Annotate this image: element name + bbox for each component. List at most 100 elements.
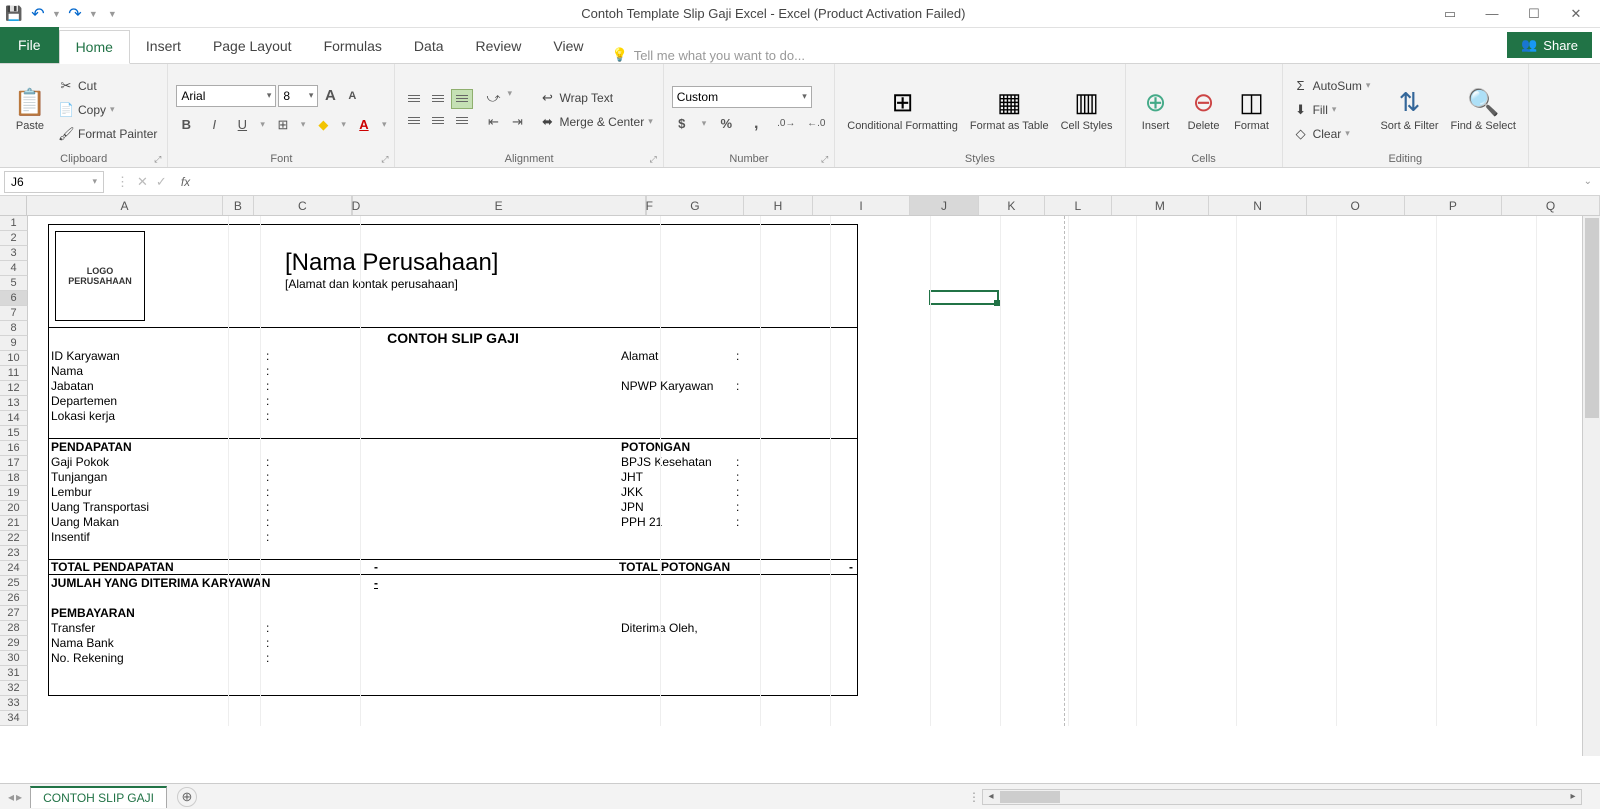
list-item[interactable]: PPH 21: <box>621 514 855 529</box>
format-painter-button[interactable]: 🖌Format Painter <box>56 123 159 145</box>
vertical-scrollbar[interactable] <box>1582 216 1600 756</box>
borders-icon[interactable]: ⊞ <box>273 115 293 135</box>
delete-cells-button[interactable]: ⊖Delete <box>1182 68 1226 151</box>
row-header-18[interactable]: 18 <box>0 471 28 486</box>
list-item[interactable]: Nama Bank: <box>51 635 621 650</box>
fx-icon[interactable]: fx <box>175 175 196 189</box>
tab-view[interactable]: View <box>537 29 599 63</box>
row-header-29[interactable]: 29 <box>0 636 28 651</box>
row-header-33[interactable]: 33 <box>0 696 28 711</box>
enter-formula-icon[interactable]: ✓ <box>156 174 167 190</box>
list-item[interactable]: Tunjangan: <box>51 469 621 484</box>
clear-button[interactable]: ◇Clear ▾ <box>1291 123 1373 145</box>
fill-button[interactable]: ⬇Fill ▾ <box>1291 99 1373 121</box>
decrease-decimal-icon[interactable]: ←.0 <box>806 114 826 134</box>
row-header-34[interactable]: 34 <box>0 711 28 726</box>
tab-data[interactable]: Data <box>398 29 460 63</box>
col-header-Q[interactable]: Q <box>1502 196 1600 215</box>
fill-color-icon[interactable]: ◆ <box>313 115 333 135</box>
row-header-11[interactable]: 11 <box>0 366 28 381</box>
hscroll-thumb[interactable] <box>1000 791 1060 803</box>
cancel-formula-icon[interactable]: ✕ <box>137 174 148 190</box>
row-header-4[interactable]: 4 <box>0 261 28 276</box>
col-header-H[interactable]: H <box>744 196 812 215</box>
format-cells-button[interactable]: ◫Format <box>1230 68 1274 151</box>
expand-formula-bar-icon[interactable]: ⌄ <box>1576 176 1600 187</box>
percent-icon[interactable]: % <box>716 114 736 134</box>
row-header-25[interactable]: 25 <box>0 576 28 591</box>
row-header-8[interactable]: 8 <box>0 321 28 336</box>
qat-customize[interactable]: ▼ <box>108 9 117 19</box>
align-bottom-center[interactable] <box>427 111 449 131</box>
pendapatan-header[interactable]: PENDAPATAN <box>51 439 621 454</box>
row-header-26[interactable]: 26 <box>0 591 28 606</box>
active-cell[interactable] <box>929 290 999 305</box>
grow-font-icon[interactable]: A <box>320 86 340 106</box>
alignment-launcher-icon[interactable]: ⤢ <box>650 154 657 165</box>
row-header-22[interactable]: 22 <box>0 531 28 546</box>
list-item[interactable]: Lembur: <box>51 484 621 499</box>
merge-center-button[interactable]: ⬌Merge & Center ▾ <box>537 111 654 133</box>
list-item[interactable]: No. Rekening: <box>51 650 621 665</box>
underline-button[interactable]: U <box>232 115 252 135</box>
row-header-6[interactable]: 6 <box>0 291 28 306</box>
sheet-nav-prev-icon[interactable]: ◂ <box>8 790 14 804</box>
company-name[interactable]: [Nama Perusahaan] <box>285 249 498 277</box>
list-item[interactable]: JPN: <box>621 499 855 514</box>
list-item[interactable]: JHT: <box>621 469 855 484</box>
jumlah-row[interactable]: JUMLAH YANG DITERIMA KARYAWAN - <box>49 575 857 590</box>
col-header-O[interactable]: O <box>1307 196 1405 215</box>
wrap-text-button[interactable]: ↩Wrap Text <box>537 87 654 109</box>
conditional-formatting-button[interactable]: ⊞Conditional Formatting <box>843 68 962 151</box>
list-item[interactable]: Departemen: <box>51 393 621 408</box>
row-header-32[interactable]: 32 <box>0 681 28 696</box>
col-header-L[interactable]: L <box>1045 196 1111 215</box>
col-header-J[interactable]: J <box>910 196 978 215</box>
font-launcher-icon[interactable]: ⤢ <box>381 154 388 165</box>
italic-button[interactable]: I <box>204 115 224 135</box>
sheet-nav-next-icon[interactable]: ▸ <box>16 790 22 804</box>
col-header-B[interactable]: B <box>223 196 254 215</box>
align-top-left[interactable] <box>403 89 425 109</box>
row-header-5[interactable]: 5 <box>0 276 28 291</box>
list-item[interactable]: Transfer: <box>51 620 621 635</box>
row-header-14[interactable]: 14 <box>0 411 28 426</box>
decrease-indent-icon[interactable]: ⇤ <box>483 112 503 132</box>
col-header-M[interactable]: M <box>1112 196 1210 215</box>
new-sheet-button[interactable]: ⊕ <box>177 787 197 807</box>
column-headers[interactable]: ABCDEFGHIJKLMNOPQ <box>0 196 1600 216</box>
row-header-24[interactable]: 24 <box>0 561 28 576</box>
row-header-19[interactable]: 19 <box>0 486 28 501</box>
formula-input[interactable] <box>196 171 1575 193</box>
col-header-P[interactable]: P <box>1405 196 1503 215</box>
paste-button[interactable]: 📋 Paste <box>8 68 52 151</box>
list-item[interactable]: Alamat: <box>621 348 855 363</box>
row-header-31[interactable]: 31 <box>0 666 28 681</box>
row-header-12[interactable]: 12 <box>0 381 28 396</box>
save-icon[interactable]: 💾 <box>4 4 24 24</box>
row-header-21[interactable]: 21 <box>0 516 28 531</box>
list-item[interactable]: Uang Makan: <box>51 514 621 529</box>
share-button[interactable]: 👥 Share <box>1507 32 1592 58</box>
copy-button[interactable]: 📄Copy ▾ <box>56 99 159 121</box>
tab-review[interactable]: Review <box>460 29 538 63</box>
row-header-3[interactable]: 3 <box>0 246 28 261</box>
signed-by[interactable]: Diterima Oleh, <box>621 620 855 635</box>
formula-options-icon[interactable]: ⋮ <box>116 174 129 190</box>
row-header-30[interactable]: 30 <box>0 651 28 666</box>
list-item[interactable]: NPWP Karyawan: <box>621 378 855 393</box>
horizontal-scrollbar[interactable]: ◂ ▸ <box>982 789 1582 805</box>
ribbon-display-icon[interactable]: ▭ <box>1430 2 1470 26</box>
row-header-16[interactable]: 16 <box>0 441 28 456</box>
align-bottom-left[interactable] <box>403 111 425 131</box>
list-item[interactable]: Nama: <box>51 363 621 378</box>
undo-icon[interactable]: ↶ <box>28 4 48 24</box>
slip-title[interactable]: CONTOH SLIP GAJI <box>49 328 857 348</box>
row-header-27[interactable]: 27 <box>0 606 28 621</box>
autosum-button[interactable]: ΣAutoSum ▾ <box>1291 75 1373 97</box>
font-color-icon[interactable]: A <box>354 115 374 135</box>
pembayaran-header[interactable]: PEMBAYARAN <box>51 605 621 620</box>
orientation-icon[interactable]: ⤻ <box>483 88 503 108</box>
list-item[interactable]: Insentif: <box>51 529 621 544</box>
row-header-15[interactable]: 15 <box>0 426 28 441</box>
